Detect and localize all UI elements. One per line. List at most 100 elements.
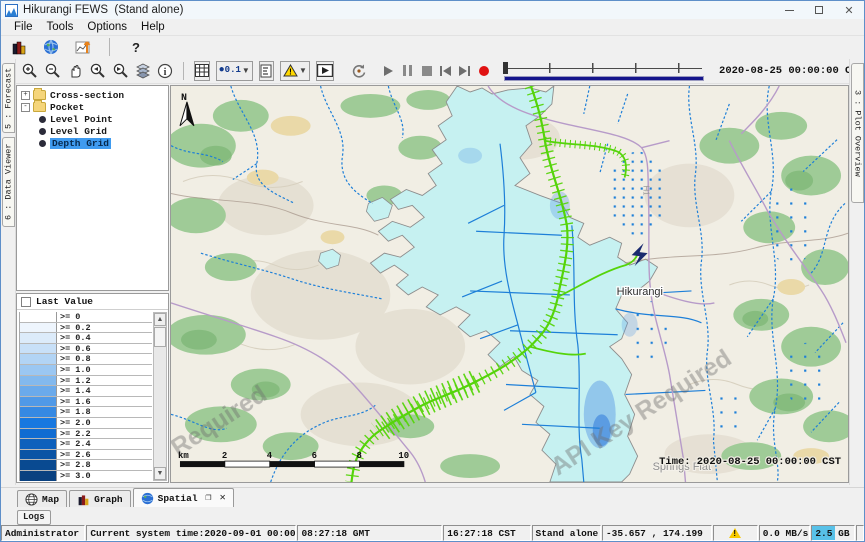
svg-text:km: km [178, 451, 189, 461]
legend-row: >= 1.8 [20, 407, 152, 418]
logs-row: Logs [1, 507, 864, 527]
legend-row: >= 2.4 [20, 439, 152, 450]
help-icon[interactable]: ? [126, 37, 146, 57]
layers-icon[interactable] [135, 61, 151, 81]
window-title: Hikurangi FEWS (Stand alone) [23, 4, 183, 16]
menu-tools[interactable]: Tools [40, 21, 81, 33]
expand-icon[interactable]: + [21, 91, 30, 100]
legend-row: >= 1.0 [20, 365, 152, 376]
map-toolbar: i ●0.1 ▼ ! ▼ [1, 58, 864, 84]
skip-to-start-icon[interactable] [439, 61, 452, 81]
record-icon[interactable] [477, 61, 490, 81]
time-slider-handle[interactable] [503, 62, 508, 74]
tree-node-level-point[interactable]: Level Point [19, 113, 166, 125]
title-bar[interactable]: Hikurangi FEWS (Stand alone) ✕ [1, 1, 864, 19]
legend-swatch [20, 407, 57, 417]
menu-options[interactable]: Options [80, 21, 134, 33]
zoom-next-icon[interactable] [112, 61, 129, 81]
legend-row: >= 1.2 [20, 376, 152, 387]
last-value-row: Last Value [17, 294, 168, 310]
map-time-label: Time: 2020-08-25 00:00:00 CST [659, 456, 841, 468]
bottom-tab-bar: Map Graph Spatial ❐ ✕ [1, 487, 864, 507]
status-warning-cell[interactable] [713, 525, 758, 541]
refresh-loop-icon[interactable] [351, 61, 367, 81]
chevron-down-icon: ▼ [299, 66, 307, 75]
legend-swatch [20, 439, 57, 449]
maximize-button[interactable] [804, 1, 834, 19]
scale-legend-icon[interactable] [259, 61, 274, 81]
skip-to-end-icon[interactable] [458, 61, 471, 81]
svg-text:N: N [181, 92, 187, 103]
pause-icon[interactable] [401, 61, 414, 81]
menu-file[interactable]: File [7, 21, 40, 33]
tab-data-viewer[interactable]: 6 : Data Viewer [2, 137, 15, 227]
svg-text:i: i [164, 67, 167, 78]
legend-row: >= 0.6 [20, 344, 152, 355]
pan-hand-icon[interactable] [67, 61, 83, 81]
spatial-display-icon[interactable] [73, 37, 93, 57]
collapse-icon[interactable]: - [21, 103, 30, 112]
tab-plot-overview[interactable]: 3 : Plot Overview [851, 63, 864, 203]
legend-swatch [20, 376, 57, 386]
time-slider[interactable] [503, 60, 705, 82]
warning-threshold-dropdown[interactable]: ! ▼ [280, 61, 310, 81]
selected-tree-label: Depth Grid [50, 138, 111, 149]
status-resize-grip[interactable] [856, 525, 864, 541]
svg-text:8: 8 [356, 451, 361, 461]
menu-bar: File Tools Options Help [1, 19, 864, 36]
tab-forecast[interactable]: 5 : Forecast [2, 63, 15, 133]
grid-display-icon[interactable] [194, 61, 210, 81]
class-interval-dropdown[interactable]: ●0.1 ▼ [216, 61, 253, 81]
status-system-time: Current system time:2020-09-01 00:00 CST [86, 525, 296, 541]
legend-scrollbar[interactable]: ▲ ▼ [153, 312, 167, 481]
scrollbar-thumb[interactable] [154, 327, 166, 347]
tree-node-level-grid[interactable]: Level Grid [19, 125, 166, 137]
zoom-out-icon[interactable] [44, 61, 61, 81]
legend-swatch [20, 386, 57, 396]
folder-icon [33, 90, 46, 100]
stop-icon[interactable] [420, 61, 433, 81]
road-label: H1 [642, 185, 651, 196]
legend-swatch [20, 450, 57, 460]
tab-maximize-icon[interactable]: ❐ [206, 492, 212, 504]
legend-row: >= 2.6 [20, 450, 152, 461]
info-icon[interactable]: i [157, 61, 173, 81]
last-value-checkbox[interactable] [21, 297, 31, 307]
legend-swatch [20, 429, 57, 439]
globe-icon[interactable] [41, 37, 61, 57]
legend-swatch [20, 471, 57, 481]
scroll-up-icon[interactable]: ▲ [154, 313, 166, 326]
layer-tree-panel: + Cross-section - Pocket Level Point Lev… [16, 85, 169, 291]
status-transfer-rate: 0.0 MB/s [759, 525, 811, 541]
last-value-label: Last Value [36, 296, 93, 307]
minimize-button[interactable] [774, 1, 804, 19]
legend-row: >= 2.2 [20, 429, 152, 440]
menu-help[interactable]: Help [134, 21, 172, 33]
main-toolbar: ? [1, 36, 864, 58]
tab-map[interactable]: Map [17, 490, 67, 507]
database-icon[interactable] [9, 37, 29, 57]
status-local-time: 16:27:18 CST [443, 525, 530, 541]
toolbar-separator [183, 62, 184, 80]
map-canvas[interactable]: API Key Required API Key Required N km 2… [170, 85, 849, 483]
tree-node-pocket[interactable]: - Pocket [19, 101, 166, 113]
app-window: Hikurangi FEWS (Stand alone) ✕ File Tool… [0, 0, 865, 542]
close-button[interactable]: ✕ [834, 1, 864, 19]
zoom-previous-icon[interactable] [89, 61, 106, 81]
tab-spatial[interactable]: Spatial ❐ ✕ [133, 488, 234, 507]
zoom-in-icon[interactable] [21, 61, 38, 81]
legend-swatch [20, 333, 57, 343]
logs-button[interactable]: Logs [17, 510, 51, 525]
scroll-down-icon[interactable]: ▼ [154, 467, 166, 480]
svg-text:4: 4 [267, 451, 273, 461]
tree-node-depth-grid[interactable]: Depth Grid [19, 137, 166, 149]
tab-close-icon[interactable]: ✕ [220, 492, 226, 504]
animation-window-icon[interactable] [316, 61, 334, 81]
status-mode: Stand alone [532, 525, 601, 541]
map-globe-icon [25, 493, 38, 506]
play-icon[interactable] [382, 61, 395, 81]
tab-graph[interactable]: Graph [69, 490, 131, 507]
spatial-globe-icon [141, 492, 154, 505]
town-label: Hikurangi [617, 286, 663, 298]
bullet-icon [39, 128, 46, 135]
